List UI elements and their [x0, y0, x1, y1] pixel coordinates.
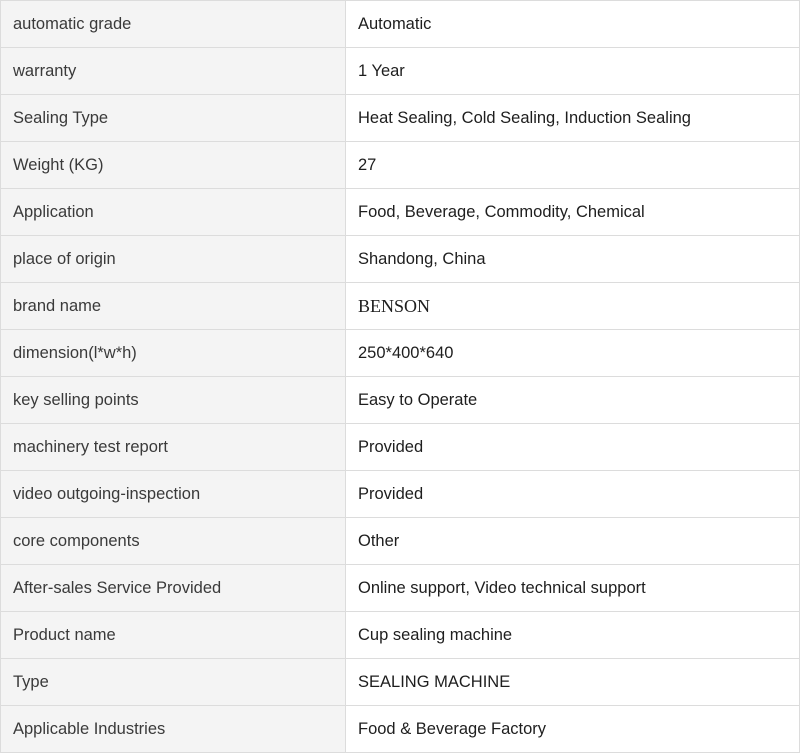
- spec-value: Easy to Operate: [345, 376, 800, 424]
- spec-label: Product name: [0, 611, 346, 659]
- table-row: Application Food, Beverage, Commodity, C…: [0, 188, 800, 236]
- spec-label: automatic grade: [0, 0, 346, 48]
- spec-label: machinery test report: [0, 423, 346, 471]
- table-row: Type SEALING MACHINE: [0, 658, 800, 706]
- table-row: video outgoing-inspection Provided: [0, 470, 800, 518]
- spec-value: Food & Beverage Factory: [345, 705, 800, 753]
- spec-value: 250*400*640: [345, 329, 800, 377]
- spec-label: video outgoing-inspection: [0, 470, 346, 518]
- spec-value: Provided: [345, 423, 800, 471]
- table-row: automatic grade Automatic: [0, 0, 800, 48]
- spec-value: Automatic: [345, 0, 800, 48]
- spec-value: SEALING MACHINE: [345, 658, 800, 706]
- spec-label: place of origin: [0, 235, 346, 283]
- spec-label: warranty: [0, 47, 346, 95]
- spec-table-body: automatic grade Automatic warranty 1 Yea…: [0, 0, 800, 753]
- spec-label: Application: [0, 188, 346, 236]
- spec-label: key selling points: [0, 376, 346, 424]
- brand-name-value: BENSON: [345, 282, 800, 330]
- spec-label: After-sales Service Provided: [0, 564, 346, 612]
- table-row: place of origin Shandong, China: [0, 235, 800, 283]
- spec-label: Sealing Type: [0, 94, 346, 142]
- spec-value: Food, Beverage, Commodity, Chemical: [345, 188, 800, 236]
- table-row: Weight (KG) 27: [0, 141, 800, 189]
- table-row: dimension(l*w*h) 250*400*640: [0, 329, 800, 377]
- table-row: Product name Cup sealing machine: [0, 611, 800, 659]
- spec-label: Type: [0, 658, 346, 706]
- table-row: warranty 1 Year: [0, 47, 800, 95]
- spec-value: Shandong, China: [345, 235, 800, 283]
- table-row: Sealing Type Heat Sealing, Cold Sealing,…: [0, 94, 800, 142]
- spec-label: brand name: [0, 282, 346, 330]
- spec-value: Other: [345, 517, 800, 565]
- table-row: Applicable Industries Food & Beverage Fa…: [0, 705, 800, 753]
- spec-value: 27: [345, 141, 800, 189]
- product-spec-table: automatic grade Automatic warranty 1 Yea…: [0, 0, 800, 753]
- table-row: key selling points Easy to Operate: [0, 376, 800, 424]
- table-row: machinery test report Provided: [0, 423, 800, 471]
- spec-value: Provided: [345, 470, 800, 518]
- spec-label: core components: [0, 517, 346, 565]
- table-row: After-sales Service Provided Online supp…: [0, 564, 800, 612]
- spec-value: Online support, Video technical support: [345, 564, 800, 612]
- spec-label: Weight (KG): [0, 141, 346, 189]
- spec-value: Cup sealing machine: [345, 611, 800, 659]
- spec-label: Applicable Industries: [0, 705, 346, 753]
- spec-value: 1 Year: [345, 47, 800, 95]
- table-row: brand name BENSON: [0, 282, 800, 330]
- table-row: core components Other: [0, 517, 800, 565]
- spec-label: dimension(l*w*h): [0, 329, 346, 377]
- spec-value: Heat Sealing, Cold Sealing, Induction Se…: [345, 94, 800, 142]
